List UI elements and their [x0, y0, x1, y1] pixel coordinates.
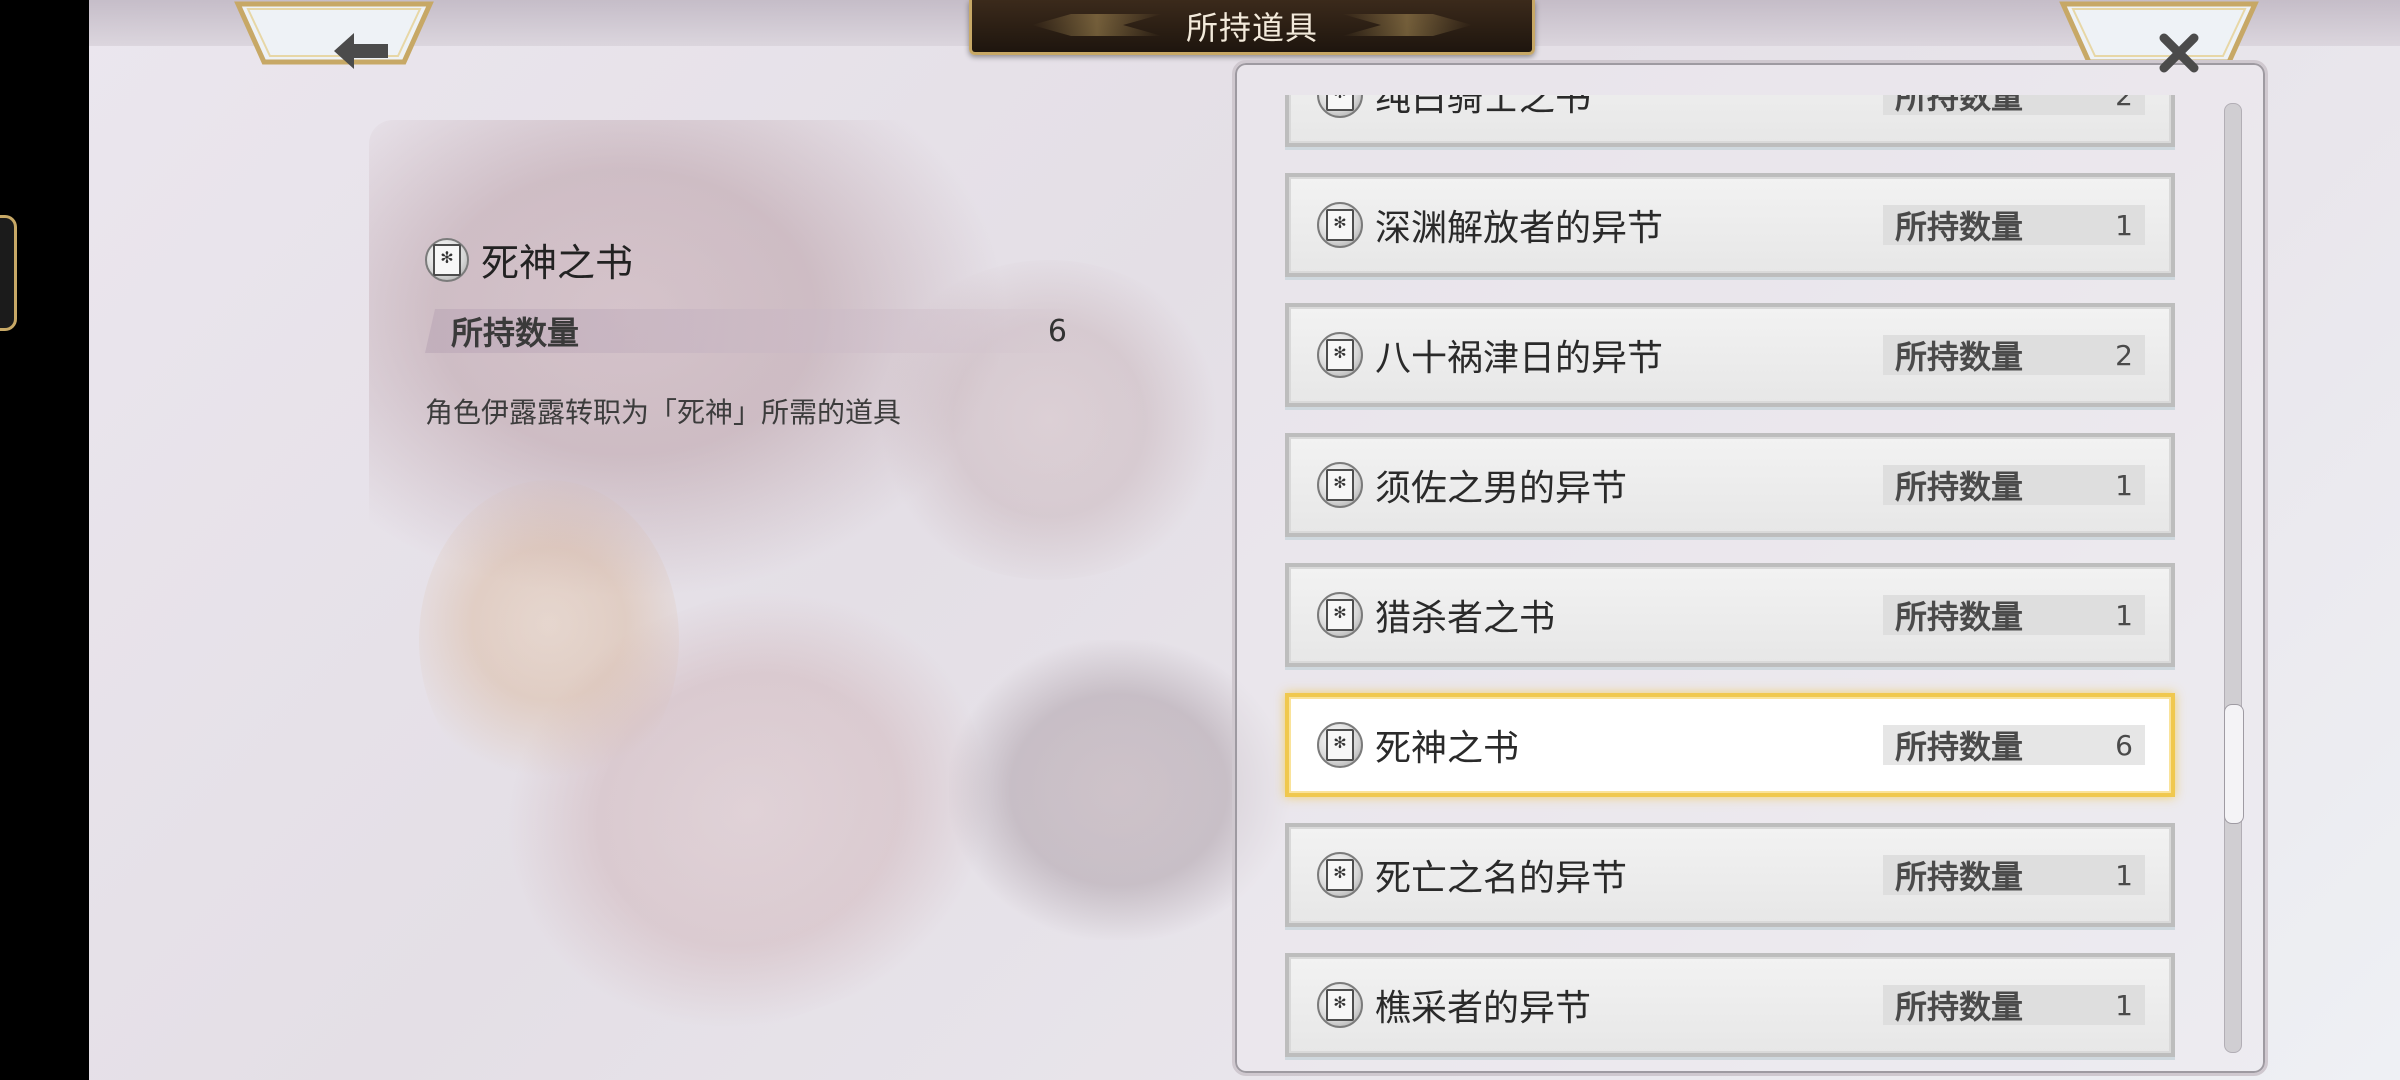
item-detail-header: ✻ 死神之书 [425, 232, 1105, 287]
item-name: 死神之书 [1375, 728, 1520, 769]
item-quantity-value: 1 [2115, 598, 2133, 632]
item-quantity-box: 所持数量 6 [1883, 725, 2145, 766]
inventory-screen: 所持道具 ✻ 死神之书 所持数量 6 角色伊露露转职为「死神」所需的道具 ✻ [89, 0, 2400, 1080]
list-item[interactable]: ✻ 纯白骑士之书 所持数量 2 [1285, 95, 2175, 147]
scrollbar-track[interactable] [2224, 103, 2244, 1053]
close-button[interactable] [2059, 0, 2259, 73]
book-icon: ✻ [1317, 95, 1363, 118]
item-quantity-value: 1 [2115, 988, 2133, 1022]
item-detail-quantity-value: 6 [1047, 313, 1067, 349]
item-name: 樵采者的异节 [1375, 988, 1592, 1029]
book-icon: ✻ [1317, 332, 1363, 378]
list-item[interactable]: ✻ 深渊解放者的异节 所持数量 1 [1285, 173, 2175, 277]
item-quantity-label: 所持数量 [1895, 468, 2024, 506]
book-icon: ✻ [1317, 852, 1363, 898]
book-icon: ✻ [1317, 982, 1363, 1028]
item-quantity-box: 所持数量 1 [1883, 855, 2145, 896]
book-icon: ✻ [1317, 592, 1363, 638]
item-quantity-value: 2 [2115, 95, 2133, 112]
item-name: 八十祸津日的异节 [1375, 338, 1664, 379]
item-quantity-value: 1 [2115, 208, 2133, 242]
list-item[interactable]: ✻ 八十祸津日的异节 所持数量 2 [1285, 303, 2175, 407]
item-quantity-label: 所持数量 [1895, 95, 2024, 116]
title-bar: 所持道具 [969, 0, 1535, 55]
list-item[interactable]: ✻ 死亡之名的异节 所持数量 1 [1285, 823, 2175, 927]
item-quantity-label: 所持数量 [1895, 728, 2024, 766]
item-detail-quantity-row: 所持数量 6 [425, 309, 1085, 353]
background-lamp-art [419, 480, 679, 800]
item-quantity-value: 1 [2115, 468, 2133, 502]
item-quantity-value: 1 [2115, 858, 2133, 892]
book-icon: ✻ [425, 237, 469, 282]
item-quantity-value: 2 [2115, 338, 2133, 372]
item-quantity-box: 所持数量 1 [1883, 465, 2145, 506]
item-quantity-box: 所持数量 1 [1883, 985, 2145, 1026]
item-detail-quantity-label: 所持数量 [451, 314, 580, 352]
item-quantity-label: 所持数量 [1895, 598, 2024, 636]
item-detail-name: 死神之书 [481, 241, 634, 285]
list-item[interactable]: ✻ 须佐之男的异节 所持数量 1 [1285, 433, 2175, 537]
item-quantity-label: 所持数量 [1895, 338, 2024, 376]
item-list-panel[interactable]: ✻ 纯白骑士之书 所持数量 2 ✻ 深渊解放者的异节 所持数量 1 ✻ 八十祸津… [1232, 60, 2268, 1076]
item-quantity-box: 所持数量 1 [1883, 205, 2145, 246]
book-icon: ✻ [1317, 722, 1363, 768]
back-button[interactable] [234, 0, 434, 69]
side-tab-handle[interactable] [0, 215, 17, 331]
item-detail-description: 角色伊露露转职为「死神」所需的道具 [425, 396, 902, 429]
item-name: 纯白骑士之书 [1375, 95, 1592, 119]
scrollbar-thumb[interactable] [2224, 704, 2244, 824]
item-name: 须佐之男的异节 [1375, 468, 1628, 509]
item-name: 死亡之名的异节 [1375, 858, 1628, 899]
list-item[interactable]: ✻ 樵采者的异节 所持数量 1 [1285, 953, 2175, 1057]
item-name: 深渊解放者的异节 [1375, 208, 1664, 249]
item-detail-panel: ✻ 死神之书 所持数量 6 角色伊露露转职为「死神」所需的道具 [425, 232, 1105, 431]
page-title: 所持道具 [1185, 9, 1318, 47]
item-quantity-label: 所持数量 [1895, 988, 2024, 1026]
item-name: 猎杀者之书 [1375, 598, 1556, 639]
book-icon: ✻ [1317, 202, 1363, 248]
item-quantity-box: 所持数量 2 [1883, 335, 2145, 376]
item-quantity-label: 所持数量 [1895, 858, 2024, 896]
item-quantity-box: 所持数量 1 [1883, 595, 2145, 636]
list-item-selected[interactable]: ✻ 死神之书 所持数量 6 [1285, 693, 2175, 797]
item-list: ✻ 纯白骑士之书 所持数量 2 ✻ 深渊解放者的异节 所持数量 1 ✻ 八十祸津… [1235, 95, 2235, 1065]
item-quantity-box: 所持数量 2 [1883, 95, 2145, 116]
list-item[interactable]: ✻ 猎杀者之书 所持数量 1 [1285, 563, 2175, 667]
item-quantity-value: 6 [2115, 728, 2133, 762]
book-icon: ✻ [1317, 462, 1363, 508]
item-quantity-label: 所持数量 [1895, 208, 2024, 246]
